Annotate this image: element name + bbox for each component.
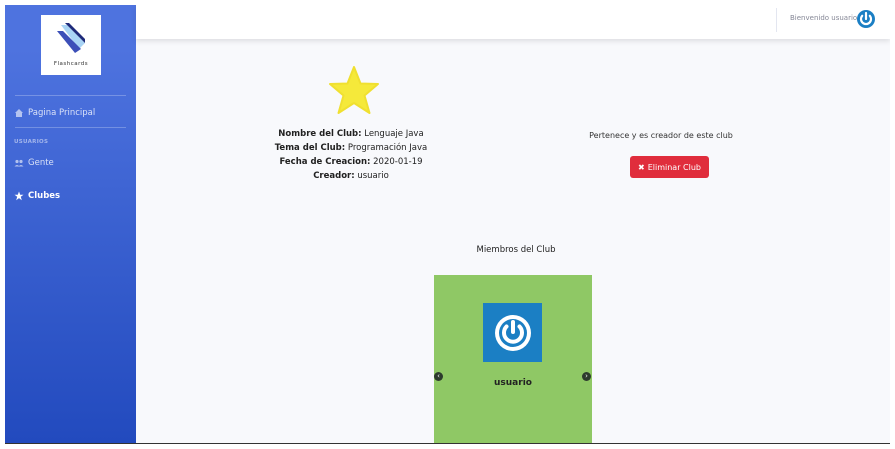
sidebar-divider <box>15 95 126 96</box>
delete-club-button[interactable]: ✖ Eliminar Club <box>630 156 709 178</box>
sidebar-item-clubs[interactable]: Clubes <box>14 191 60 201</box>
sidebar-heading: USUARIOS <box>14 139 49 145</box>
sidebar-divider <box>15 127 126 128</box>
app-frame: Flashcards Pagina Principal USUARIOS Gen… <box>5 5 890 444</box>
member-name: usuario <box>494 378 532 388</box>
flashcards-logo-icon <box>57 23 85 53</box>
sidebar: Flashcards Pagina Principal USUARIOS Gen… <box>5 5 136 443</box>
star-icon <box>14 191 24 201</box>
member-avatar <box>483 303 542 362</box>
carousel-next-icon[interactable]: › <box>582 372 591 381</box>
sidebar-item-home[interactable]: Pagina Principal <box>14 108 95 118</box>
brand-logo[interactable]: Flashcards <box>41 15 101 75</box>
sidebar-item-label: Clubes <box>28 191 61 201</box>
club-creator-row: Creador: usuario <box>313 171 389 181</box>
user-avatar[interactable] <box>856 9 876 29</box>
club-topic-row: Tema del Club: Programación Java <box>274 143 428 153</box>
sidebar-item-label: Pagina Principal <box>28 108 96 118</box>
power-icon <box>494 314 531 351</box>
users-icon <box>14 159 24 167</box>
brand-text: Flashcards <box>53 61 89 67</box>
welcome-text[interactable]: Bienvenido usuario <box>790 14 857 22</box>
club-star-icon <box>329 66 379 114</box>
member-carousel: usuario ‹ › <box>434 275 592 443</box>
club-info: Nombre del Club: Lenguaje Java Tema del … <box>271 127 431 183</box>
carousel-prev-icon[interactable]: ‹ <box>434 372 443 381</box>
club-date-row: Fecha de Creacion: 2020-01-19 <box>279 157 423 167</box>
sidebar-item-people[interactable]: Gente <box>14 158 54 168</box>
sidebar-item-label: Gente <box>28 158 54 168</box>
members-title: Miembros del Club <box>476 245 556 255</box>
delete-club-label: Eliminar Club <box>647 162 701 172</box>
home-icon <box>15 109 23 117</box>
main-content: Nombre del Club: Lenguaje Java Tema del … <box>136 39 890 443</box>
close-icon: ✖ <box>638 162 645 172</box>
topbar: Bienvenido usuario <box>136 5 890 39</box>
topbar-divider <box>776 8 777 32</box>
membership-status: Pertenece y es creador de este club <box>589 131 733 140</box>
club-name-row: Nombre del Club: Lenguaje Java <box>278 129 424 139</box>
